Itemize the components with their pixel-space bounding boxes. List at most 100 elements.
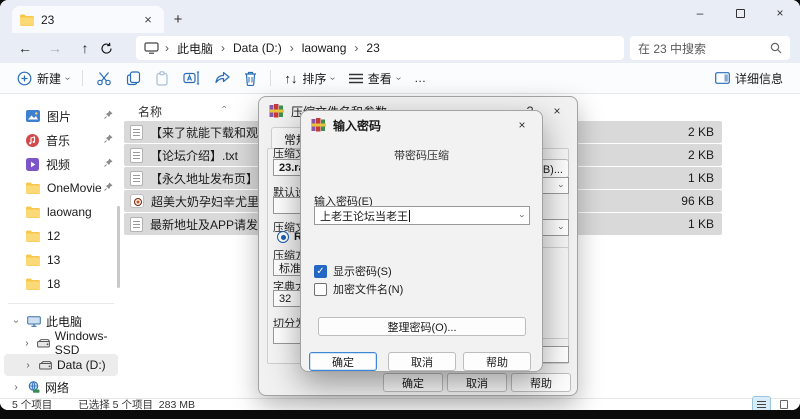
- organize-passwords-button[interactable]: 整理密码(O)...: [318, 317, 526, 336]
- sidebar-label: laowang: [47, 205, 92, 219]
- sidebar: 图片 音乐 视频 OneMovie laowang: [0, 94, 122, 398]
- view-button[interactable]: 查看 ›: [342, 65, 407, 91]
- sidebar-item-videos[interactable]: 视频: [0, 152, 122, 176]
- sidebar-item-13[interactable]: 13: [0, 248, 122, 272]
- password-ok-button[interactable]: 确定: [309, 352, 377, 371]
- sidebar-item-pictures[interactable]: 图片: [0, 104, 122, 128]
- sidebar-item-onemovie[interactable]: OneMovie: [0, 176, 122, 200]
- tree-item-windows-ssd[interactable]: › Windows-SSD: [4, 332, 118, 354]
- password-input[interactable]: 上老王论坛当老王 ›: [314, 206, 530, 225]
- cut-button[interactable]: [89, 65, 119, 91]
- details-view-icon: [757, 401, 766, 408]
- format-rar-radio[interactable]: R: [277, 231, 302, 243]
- sidebar-item-laowang[interactable]: laowang: [0, 200, 122, 224]
- back-button[interactable]: ←: [10, 40, 40, 56]
- ok-label: 确定: [332, 354, 354, 370]
- forward-button[interactable]: →: [40, 40, 70, 56]
- chevron-down-icon: ›: [393, 76, 404, 79]
- explorer-tab[interactable]: 23 ×: [12, 6, 164, 33]
- large-icons-view-button[interactable]: [775, 397, 792, 410]
- chevron-down-icon: ›: [518, 214, 528, 217]
- text-file-icon: [130, 217, 143, 232]
- rar-ok-button[interactable]: 确定: [383, 373, 443, 392]
- show-password-checkbox[interactable]: ✓ 显示密码(S): [314, 263, 392, 279]
- password-banner: 带密码压缩: [301, 147, 542, 163]
- drive-icon: [37, 339, 50, 348]
- sidebar-item-18[interactable]: 18: [0, 272, 122, 296]
- close-icon[interactable]: ×: [547, 104, 567, 118]
- rename-button[interactable]: [176, 65, 207, 91]
- pin-icon: [104, 158, 113, 167]
- sidebar-item-12[interactable]: 12: [0, 224, 122, 248]
- chevron-right-icon: ›: [287, 41, 297, 55]
- maximize-button[interactable]: [720, 0, 760, 26]
- delete-button[interactable]: [237, 65, 264, 91]
- password-cancel-button[interactable]: 取消: [388, 352, 456, 371]
- minimize-button[interactable]: –: [680, 0, 720, 26]
- chevron-right-icon: ›: [351, 41, 361, 55]
- videos-icon: [26, 158, 39, 171]
- search-box[interactable]: 在 23 中搜索: [630, 36, 790, 60]
- cancel-label: 取消: [466, 375, 488, 391]
- breadcrumb-this-pc[interactable]: 此电脑: [175, 40, 215, 57]
- sidebar-divider: [8, 303, 114, 304]
- paste-button[interactable]: [148, 65, 176, 91]
- breadcrumb-23[interactable]: 23: [364, 41, 381, 55]
- breadcrumb-data-d[interactable]: Data (D:): [231, 41, 284, 55]
- new-tab-button[interactable]: +: [164, 6, 192, 33]
- item-count: 5 个项目: [12, 397, 52, 410]
- help-label: 帮助: [530, 375, 552, 391]
- sidebar-label: 图片: [47, 108, 71, 125]
- tab-close-icon[interactable]: ×: [140, 12, 156, 27]
- sidebar-item-music[interactable]: 音乐: [0, 128, 122, 152]
- up-button[interactable]: ↑: [70, 40, 100, 56]
- maximize-icon: [736, 9, 745, 18]
- folder-icon: [26, 182, 40, 194]
- refresh-button[interactable]: [100, 42, 130, 55]
- sort-button[interactable]: ↑↓ 排序 ›: [277, 65, 341, 91]
- sidebar-scrollbar[interactable]: [117, 206, 120, 288]
- encrypt-filenames-checkbox[interactable]: 加密文件名(N): [314, 281, 403, 297]
- tree-item-data-d[interactable]: › Data (D:): [4, 354, 118, 376]
- breadcrumb[interactable]: › 此电脑 › Data (D:) › laowang › 23: [136, 36, 624, 60]
- more-options-button[interactable]: …: [407, 65, 433, 91]
- copy-button[interactable]: [119, 65, 148, 91]
- password-help-button[interactable]: 帮助: [463, 352, 531, 371]
- cut-icon: [96, 71, 112, 86]
- close-button[interactable]: ×: [760, 0, 800, 26]
- tab-title: 23: [41, 13, 133, 27]
- chevron-collapsed-icon[interactable]: ›: [22, 360, 34, 371]
- breadcrumb-laowang[interactable]: laowang: [300, 41, 349, 55]
- winrar-icon: [269, 104, 284, 118]
- new-button[interactable]: 新建 ›: [10, 65, 76, 91]
- sidebar-label: 视频: [46, 156, 70, 173]
- toolbar-divider: [82, 70, 83, 86]
- chevron-collapsed-icon[interactable]: ›: [22, 338, 32, 349]
- rar-cancel-button[interactable]: 取消: [447, 373, 507, 392]
- ok-label: 确定: [402, 375, 424, 391]
- tree-label: 网络: [45, 379, 69, 396]
- text-file-icon: [130, 171, 143, 186]
- this-pc-icon: [144, 42, 159, 54]
- close-icon[interactable]: ×: [512, 118, 532, 132]
- organize-label: 整理密码(O)...: [387, 319, 456, 335]
- password-dialog-titlebar[interactable]: 输入密码 ×: [301, 111, 542, 139]
- selected-size: 283 MB: [159, 399, 195, 410]
- checkbox-unchecked-icon: [314, 283, 327, 296]
- view-label: 查看: [368, 70, 392, 87]
- navigation-bar: ← → ↑ › 此电脑 › Data (D:) › laowang › 23 在…: [0, 33, 800, 63]
- chevron-collapsed-icon[interactable]: ›: [10, 382, 22, 393]
- rename-icon: [183, 71, 200, 85]
- tree-item-network[interactable]: › 网络: [4, 376, 118, 398]
- text-file-icon: [130, 125, 143, 140]
- chevron-expanded-icon[interactable]: ›: [11, 315, 22, 327]
- details-pane-icon: [715, 72, 730, 84]
- search-icon: [770, 42, 782, 54]
- explorer-window: 23 × + – × ← → ↑ › 此电脑 › Data (D:) › lao…: [0, 0, 800, 410]
- chevron-down-icon: ›: [557, 226, 567, 229]
- share-button[interactable]: [207, 65, 237, 91]
- details-view-button[interactable]: [753, 397, 770, 410]
- details-pane-button[interactable]: 详细信息: [708, 65, 790, 91]
- text-cursor: [409, 210, 410, 222]
- rar-help-button[interactable]: 帮助: [511, 373, 571, 392]
